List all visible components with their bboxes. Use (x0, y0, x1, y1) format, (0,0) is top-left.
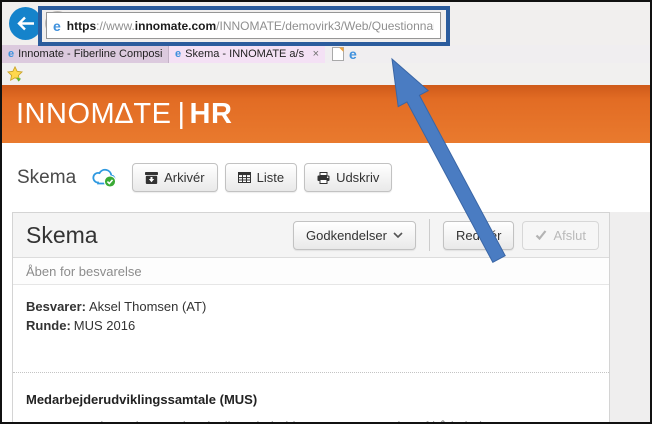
field-value: Aksel Thomsen (AT) (89, 299, 206, 314)
ie-icon: e (349, 47, 357, 61)
page-title: Skema (17, 167, 76, 189)
print-button[interactable]: Udskriv (304, 163, 392, 192)
section-description: Dette MUS-skema henvender sig til medarb… (26, 417, 596, 424)
skema-panel: Skema Godkendelser Redigér (12, 212, 610, 424)
table-icon (238, 172, 251, 183)
innomate-hr-logo: INNOM∆TE|HR (16, 98, 232, 131)
tab-title: Innomate - Fiberline Composit... (18, 48, 162, 60)
cloud-sync-ok-icon (91, 167, 118, 188)
ie-suggested-sites-button[interactable]: e (349, 47, 357, 61)
check-icon (535, 230, 547, 240)
favorites-star-icon[interactable] (7, 66, 23, 82)
button-label: Arkivér (164, 170, 204, 185)
button-label: Liste (257, 170, 284, 185)
ie-icon: e (175, 49, 181, 60)
button-label: Godkendelser (306, 228, 387, 243)
ie-icon: e (8, 49, 14, 60)
toolbar-buttons: Arkivér Liste (132, 163, 392, 192)
field-value: MUS 2016 (74, 318, 135, 333)
status-bar: Åben for besvarelse (13, 258, 609, 285)
archive-icon (145, 172, 158, 184)
app-header: INNOM∆TE|HR (2, 85, 650, 143)
printer-icon (317, 172, 330, 184)
archive-button[interactable]: Arkivér (132, 163, 217, 192)
url-text: https://www.innomate.com/INNOMATE/demovi… (67, 19, 434, 33)
field-label: Runde: (26, 318, 71, 333)
tab-innomate-fiberline[interactable]: e Innomate - Fiberline Composit... (2, 45, 169, 63)
ie-icon: e (53, 19, 61, 33)
page-toolbar: Skema Arkivér (2, 143, 650, 212)
tab-skema-innomate[interactable]: e Skema - INNOMATE a/s × (169, 45, 325, 63)
button-label: Afslut (553, 228, 586, 243)
dotted-divider (13, 372, 609, 373)
page-background (610, 212, 650, 422)
page-content: Skema Arkivér (2, 143, 650, 422)
list-button[interactable]: Liste (225, 163, 297, 192)
field-label: Besvarer: (26, 299, 86, 314)
edit-button[interactable]: Redigér (443, 221, 515, 250)
round-field: Runde:MUS 2016 (26, 316, 596, 335)
tab-close-icon[interactable]: × (313, 49, 319, 60)
panel-header: Skema Godkendelser Redigér (13, 213, 609, 258)
favorites-bar (2, 63, 650, 85)
chevron-down-icon (393, 232, 403, 238)
section-heading: Medarbejderudviklingssamtale (MUS) (26, 392, 596, 407)
approvals-dropdown-button[interactable]: Godkendelser (293, 221, 416, 250)
panel-actions: Godkendelser Redigér Afslut (293, 219, 599, 251)
tab-title: Skema - INNOMATE a/s (185, 48, 304, 60)
new-tab-button[interactable] (331, 47, 344, 61)
finish-button[interactable]: Afslut (522, 221, 599, 250)
new-tab-icon (332, 47, 344, 61)
back-arrow-icon (17, 16, 35, 31)
button-label: Redigér (456, 228, 502, 243)
respondent-field: Besvarer:Aksel Thomsen (AT) (26, 297, 596, 316)
back-button[interactable] (9, 7, 42, 40)
button-divider (429, 219, 430, 251)
address-bar[interactable]: e https://www.innomate.com/INNOMATE/demo… (46, 12, 441, 39)
status-text: Åben for besvarelse (26, 264, 142, 279)
browser-window: e https://www.innomate.com/INNOMATE/demo… (0, 0, 652, 424)
browser-chrome: e https://www.innomate.com/INNOMATE/demo… (2, 2, 650, 45)
tab-bar: e Innomate - Fiberline Composit... e Ske… (2, 45, 650, 63)
panel-title: Skema (26, 222, 98, 249)
button-label: Udskriv (336, 170, 379, 185)
panel-body: Besvarer:Aksel Thomsen (AT) Runde:MUS 20… (13, 285, 609, 424)
